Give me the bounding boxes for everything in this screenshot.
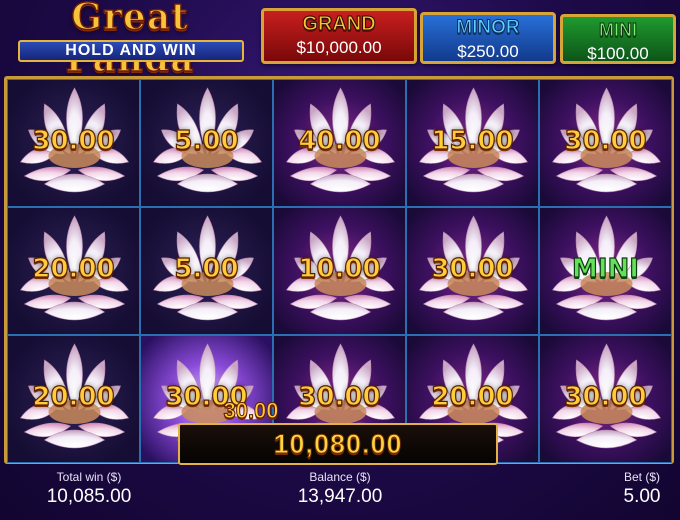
win-total-panel: 10,080.00 bbox=[178, 423, 498, 465]
jackpot-mini-value: $100.00 bbox=[587, 44, 649, 63]
cell-value: 15.00 bbox=[431, 125, 514, 156]
grid-cell: 20.00 bbox=[7, 207, 140, 335]
grid-cell: 40.00 bbox=[273, 79, 406, 207]
line-win-amount: 30.00 bbox=[223, 398, 279, 424]
total-win-stat: Total win ($) 10,085.00 bbox=[20, 470, 158, 510]
cell-value: 30.00 bbox=[431, 253, 514, 284]
cell-value-mini: MINI bbox=[571, 253, 639, 284]
cell-value: 20.00 bbox=[431, 381, 514, 412]
win-total-amount: 10,080.00 bbox=[273, 429, 403, 460]
status-bar: Total win ($) 10,085.00 Balance ($) 13,9… bbox=[0, 466, 680, 520]
cell-value: 30.00 bbox=[32, 125, 115, 156]
grid-cell: 20.00 bbox=[7, 335, 140, 463]
bet-label: Bet ($) bbox=[623, 470, 660, 484]
jackpot-minor-name: MINOR bbox=[456, 17, 520, 39]
cell-value: 30.00 bbox=[564, 381, 647, 412]
grid-cell: 30.00 bbox=[539, 79, 672, 207]
grid-cell: 10.00 bbox=[273, 207, 406, 335]
jackpot-grand: GRAND $10,000.00 bbox=[261, 8, 417, 64]
game-logo: Great Panda HOLD AND WIN bbox=[4, 0, 256, 81]
logo-subtitle: HOLD AND WIN bbox=[18, 40, 244, 62]
balance-label: Balance ($) bbox=[309, 470, 371, 484]
bet-stat[interactable]: Bet ($) 5.00 bbox=[612, 470, 672, 510]
total-win-value: 10,085.00 bbox=[46, 486, 132, 507]
reel-grid: 30.00 5.00 40.00 15.00 30.00 20.00 5.00 … bbox=[4, 76, 674, 464]
cell-value: 30.00 bbox=[564, 125, 647, 156]
balance-stat: Balance ($) 13,947.00 bbox=[270, 470, 410, 510]
bet-value[interactable]: 5.00 bbox=[612, 484, 672, 510]
grid-cell: 5.00 bbox=[140, 79, 273, 207]
balance-value: 13,947.00 bbox=[297, 486, 383, 507]
grid-cell: 30.00 bbox=[7, 79, 140, 207]
cell-value: 40.00 bbox=[298, 125, 381, 156]
cell-value: 5.00 bbox=[174, 125, 239, 156]
cell-value: 5.00 bbox=[174, 253, 239, 284]
cell-value: 20.00 bbox=[32, 381, 115, 412]
total-win-label: Total win ($) bbox=[56, 470, 122, 484]
jackpot-grand-value: $10,000.00 bbox=[296, 38, 382, 57]
grid-cell: 5.00 bbox=[140, 207, 273, 335]
grid-cell: 30.00 bbox=[406, 207, 539, 335]
grid-cell: 15.00 bbox=[406, 79, 539, 207]
cell-value: 20.00 bbox=[32, 253, 115, 284]
grid-cell: 30.00 bbox=[539, 335, 672, 463]
cell-value: 10.00 bbox=[298, 253, 381, 284]
grid-cell: MINI bbox=[539, 207, 672, 335]
jackpot-grand-name: GRAND bbox=[302, 13, 376, 36]
jackpot-mini: MINI $100.00 bbox=[560, 14, 676, 64]
jackpot-minor: MINOR $250.00 bbox=[420, 12, 556, 64]
jackpot-minor-value: $250.00 bbox=[457, 42, 519, 61]
jackpot-mini-name: MINI bbox=[599, 20, 638, 41]
